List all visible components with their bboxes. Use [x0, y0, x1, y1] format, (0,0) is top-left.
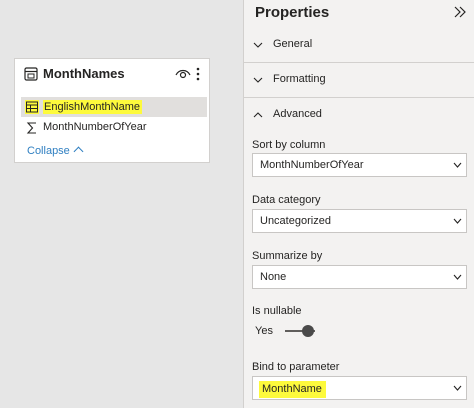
field-label: MonthNumberOfYear — [43, 121, 147, 133]
is-nullable-toggle[interactable] — [285, 324, 315, 338]
table-card-header[interactable]: MonthNames — [15, 59, 209, 89]
field-label: EnglishMonthName — [43, 100, 142, 114]
is-nullable-label: Is nullable — [252, 305, 302, 317]
table-card-monthnames[interactable]: MonthNames EnglishMonthName MonthNumberO… — [14, 58, 210, 163]
dropdown-value: MonthName — [259, 381, 326, 398]
column-icon — [25, 100, 39, 114]
model-canvas[interactable]: MonthNames EnglishMonthName MonthNumberO… — [0, 0, 243, 408]
chevron-up-icon — [253, 112, 263, 118]
table-icon — [24, 67, 38, 81]
chevron-down-icon — [253, 42, 263, 48]
summarize-by-label: Summarize by — [252, 250, 323, 262]
section-label: Formatting — [273, 73, 326, 85]
bind-to-parameter-label: Bind to parameter — [252, 361, 340, 373]
chevron-down-icon — [453, 274, 462, 280]
chevron-down-icon — [253, 77, 263, 83]
dropdown-value: None — [260, 271, 287, 283]
chevron-down-icon — [453, 385, 462, 391]
section-formatting[interactable]: Formatting — [244, 63, 474, 98]
double-chevron-right-icon[interactable] — [453, 6, 467, 18]
collapse-link[interactable]: Collapse — [27, 145, 84, 157]
section-label: Advanced — [273, 108, 322, 120]
sigma-icon — [26, 122, 36, 134]
dropdown-value: MonthNumberOfYear — [260, 159, 364, 171]
chevron-down-icon — [453, 218, 462, 224]
chevron-up-icon — [73, 146, 84, 157]
chevron-down-icon — [453, 162, 462, 168]
data-category-label: Data category — [252, 194, 321, 206]
summarize-by-dropdown[interactable]: None — [252, 265, 467, 289]
sort-by-column-label: Sort by column — [252, 139, 326, 151]
is-nullable-state: Yes — [255, 325, 273, 337]
properties-pane: Properties General Formatting Advanced S… — [243, 0, 474, 408]
dropdown-value: Uncategorized — [260, 215, 331, 227]
sort-by-column-dropdown[interactable]: MonthNumberOfYear — [252, 153, 467, 177]
section-general[interactable]: General — [244, 28, 474, 63]
pane-title: Properties — [255, 4, 330, 21]
bind-to-parameter-dropdown[interactable]: MonthName — [252, 376, 467, 400]
field-row-englishmonthname[interactable]: EnglishMonthName — [21, 97, 207, 117]
table-card-title: MonthNames — [43, 66, 125, 81]
section-label: General — [273, 38, 313, 50]
data-category-dropdown[interactable]: Uncategorized — [252, 209, 467, 233]
section-advanced[interactable]: Advanced — [244, 98, 474, 132]
toggle-knob — [302, 325, 314, 337]
collapse-label: Collapse — [27, 145, 70, 157]
eye-icon[interactable] — [175, 68, 191, 80]
field-row-monthnumberofyear[interactable]: MonthNumberOfYear — [21, 118, 207, 138]
more-options-icon[interactable] — [195, 66, 201, 82]
